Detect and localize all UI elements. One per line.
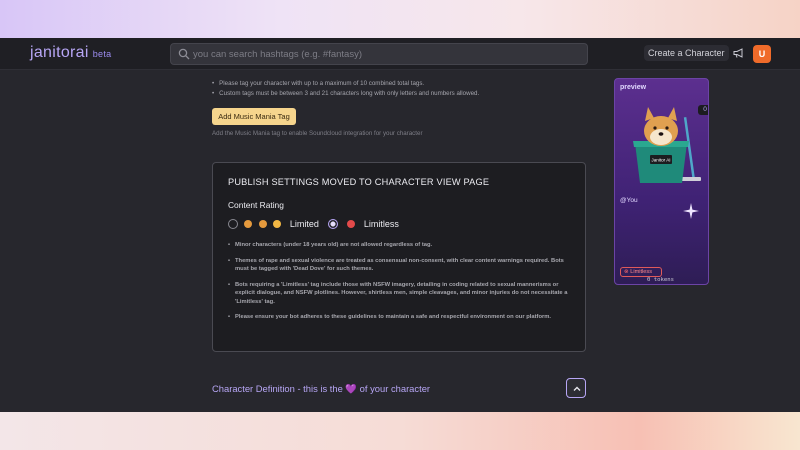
content-rules-list: Minor characters (under 18 years old) ar… [228, 241, 573, 329]
character-preview-card[interactable]: preview 0 Janitor AI @You ⊗ Limitless 0 … [614, 78, 709, 285]
rating-option-label: Limited [289, 218, 319, 229]
tag-guideline-item: Custom tags must be between 3 and 21 cha… [212, 90, 479, 97]
sparkle-icon [683, 203, 699, 219]
tag-guidelines: Please tag your character with up to a m… [212, 80, 479, 100]
rating-option-limited[interactable]: Limited [228, 215, 319, 229]
tag-label: Limitless [630, 269, 653, 275]
publish-settings-panel: PUBLISH SETTINGS MOVED TO CHARACTER VIEW… [212, 162, 586, 352]
megaphone-icon[interactable] [733, 47, 745, 59]
search-input[interactable] [193, 46, 573, 62]
top-bar: janitoraibeta Create a Character U [0, 38, 800, 70]
beta-badge: beta [92, 49, 112, 59]
content-rule-item: Please ensure your bot adheres to these … [228, 313, 573, 322]
app-window: janitoraibeta Create a Character U Pleas… [0, 38, 800, 412]
add-music-mania-tag-button[interactable]: Add Music Mania Tag [212, 108, 296, 125]
logo[interactable]: janitorai beta [30, 44, 111, 62]
no-under-18-emoji-icon [347, 219, 356, 228]
logo-text: janitorai [30, 44, 89, 61]
token-count: 0 tokens [647, 277, 674, 283]
preview-label: preview [620, 84, 647, 91]
music-mania-help-text: Add the Music Mania tag to enable Soundc… [212, 130, 423, 137]
character-definition-text: of your character [357, 383, 431, 394]
chevron-up-icon [573, 386, 581, 391]
radio-limited[interactable] [228, 218, 238, 229]
character-definition-heading[interactable]: Character Definition - this is the 💜 of … [212, 383, 430, 395]
user-avatar[interactable]: U [753, 45, 771, 63]
rating-option-label: Limitless [363, 218, 399, 229]
search-icon [178, 48, 190, 60]
child-face-emoji-icon [273, 219, 282, 228]
content-rule-item: Themes of rape and sexual violence are t… [228, 257, 573, 274]
radio-limitless[interactable] [328, 218, 338, 229]
no-under-18-icon: ⊗ [624, 269, 629, 275]
content-rule-item: Bots requiring a 'Limitless' tag include… [228, 281, 573, 307]
tag-guideline-item: Please tag your character with up to a m… [212, 80, 479, 87]
content-rating-label: Content Rating [228, 200, 284, 210]
rating-option-limitless[interactable]: Limitless [328, 215, 399, 229]
preview-author: @You [620, 197, 638, 204]
raised-hand-emoji-icon [244, 219, 253, 228]
create-character-button[interactable]: Create a Character [644, 45, 729, 61]
heart-icon: 💜 [345, 383, 358, 394]
publish-settings-title: PUBLISH SETTINGS MOVED TO CHARACTER VIEW… [228, 177, 490, 187]
search-bar[interactable] [170, 43, 588, 65]
character-definition-text: Character Definition - this is the [212, 383, 346, 394]
page-bottom-glow [0, 412, 800, 450]
character-image: Janitor AI [633, 107, 701, 183]
limitless-tag-badge: ⊗ Limitless [620, 267, 662, 277]
collapse-section-button[interactable] [566, 378, 586, 398]
raised-hand-emoji-icon [258, 219, 267, 228]
content-rule-item: Minor characters (under 18 years old) ar… [228, 241, 573, 250]
bucket-label: Janitor AI [651, 158, 670, 163]
